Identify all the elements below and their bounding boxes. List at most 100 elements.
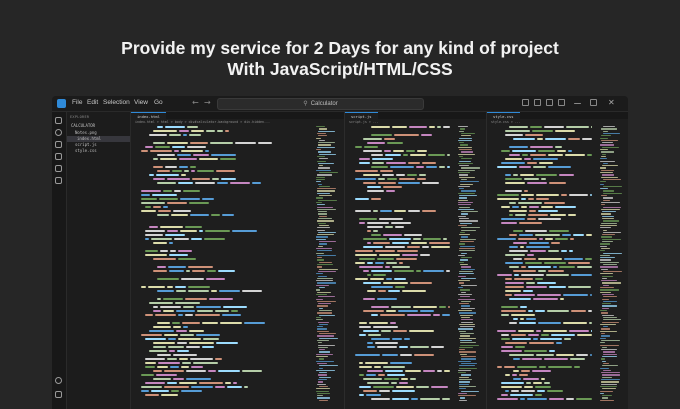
settings-gear-icon[interactable]: [55, 391, 62, 398]
minimap-line: [459, 155, 463, 158]
maximize-icon[interactable]: [590, 99, 597, 106]
minimap-line: [601, 247, 610, 250]
menu-selection[interactable]: Selection: [103, 99, 130, 106]
code-editor-window: File Edit Selection View Go ← → ⚲ Calcula…: [52, 96, 628, 409]
minimap-line: [603, 300, 617, 303]
minimap-line: [319, 376, 331, 378]
minimap-line: [317, 254, 336, 257]
minimap-line: [461, 178, 467, 181]
minimap-line: [459, 282, 464, 284]
minimap-line: [319, 128, 327, 130]
minimap-line: [317, 188, 336, 190]
minimap-line: [600, 266, 618, 268]
minimap-line: [458, 153, 475, 155]
minimap-line: [600, 224, 617, 227]
minimap-line: [316, 273, 323, 275]
back-arrow-icon[interactable]: ←: [192, 98, 199, 107]
minimap-line: [601, 222, 617, 224]
minimap-line: [603, 126, 615, 128]
minimap-line: [602, 153, 606, 155]
minimap-line: [319, 241, 336, 243]
editor-pane-html[interactable]: index.html index.html > html > body > di…: [131, 112, 344, 409]
menu-edit[interactable]: Edit: [87, 99, 98, 106]
search-sidebar-icon[interactable]: [55, 129, 62, 136]
layout-icon[interactable]: [558, 99, 565, 106]
toggle-panel-icon[interactable]: [534, 99, 541, 106]
minimap-line: [319, 139, 325, 142]
minimap-line: [601, 169, 614, 171]
minimap-line: [461, 190, 476, 192]
menu-view[interactable]: View: [134, 99, 148, 106]
minimap-line: [601, 151, 614, 153]
minimap-line: [318, 270, 336, 273]
minimap-line: [317, 174, 332, 176]
minimap-line: [316, 316, 321, 319]
menu-file[interactable]: File: [72, 99, 82, 106]
minimap-line: [458, 287, 463, 289]
minimap[interactable]: [316, 126, 338, 409]
extensions-icon[interactable]: [55, 165, 62, 172]
tab-bar: script.js: [345, 112, 486, 119]
minimize-icon[interactable]: [574, 103, 581, 104]
tab-index-html[interactable]: index.html: [131, 112, 166, 119]
explorer-icon[interactable]: [55, 117, 62, 124]
toggle-secondary-sidebar-icon[interactable]: [546, 99, 553, 106]
minimap-line: [459, 381, 470, 383]
minimap-line: [603, 162, 608, 165]
forward-arrow-icon[interactable]: →: [204, 98, 211, 107]
file-item[interactable]: style.css: [75, 148, 97, 154]
minimap-line: [317, 328, 327, 330]
remote-explorer-icon[interactable]: [55, 177, 62, 184]
tab-style-css[interactable]: style.css: [487, 112, 520, 119]
run-debug-icon[interactable]: [55, 153, 62, 160]
minimap-line: [459, 195, 477, 197]
tab-script-js[interactable]: script.js: [345, 112, 378, 119]
minimap-line: [317, 208, 336, 211]
minimap-line: [459, 376, 469, 378]
minimap[interactable]: [600, 126, 622, 409]
minimap-line: [600, 287, 614, 289]
minimap-line: [459, 188, 464, 190]
minimap-line: [461, 257, 472, 259]
command-search-input[interactable]: ⚲ Calculator: [217, 98, 424, 110]
minimap-line: [603, 296, 617, 298]
editor-pane-js[interactable]: script.js script.js > ...: [345, 112, 486, 409]
minimap-line: [601, 128, 617, 130]
minimap-line: [600, 367, 609, 369]
minimap-line: [458, 204, 471, 206]
minimap[interactable]: [458, 126, 480, 409]
minimap-line: [461, 321, 473, 323]
folder-calculator[interactable]: CALCULATOR: [71, 123, 95, 129]
minimap-line: [317, 146, 335, 148]
minimap-line: [603, 284, 609, 286]
breadcrumb: style.css > ...: [491, 120, 521, 124]
minimap-line: [602, 303, 611, 305]
toggle-sidebar-icon[interactable]: [522, 99, 529, 106]
minimap-line: [318, 222, 326, 224]
minimap-line: [459, 312, 476, 314]
minimap-line: [602, 307, 609, 309]
minimap-line: [459, 351, 476, 353]
minimap-line: [460, 231, 465, 234]
minimap-line: [317, 264, 333, 266]
minimap-line: [603, 369, 611, 372]
editor-pane-css[interactable]: style.css style.css > ...: [487, 112, 628, 409]
minimap-line: [460, 342, 476, 344]
close-icon[interactable]: ✕: [608, 98, 615, 107]
accounts-icon[interactable]: [55, 377, 62, 384]
source-control-icon[interactable]: [55, 141, 62, 148]
minimap-line: [317, 392, 330, 395]
minimap-line: [319, 268, 338, 270]
minimap-line: [318, 245, 323, 247]
minimap-line: [316, 298, 323, 300]
menu-go[interactable]: Go: [154, 99, 163, 106]
minimap-line: [317, 132, 326, 135]
minimap-line: [600, 227, 611, 229]
minimap-line: [319, 243, 327, 245]
minimap-line: [318, 379, 327, 381]
minimap-line: [460, 335, 470, 337]
minimap-line: [458, 169, 475, 171]
minimap-line: [603, 264, 617, 266]
minimap-line: [600, 330, 617, 332]
